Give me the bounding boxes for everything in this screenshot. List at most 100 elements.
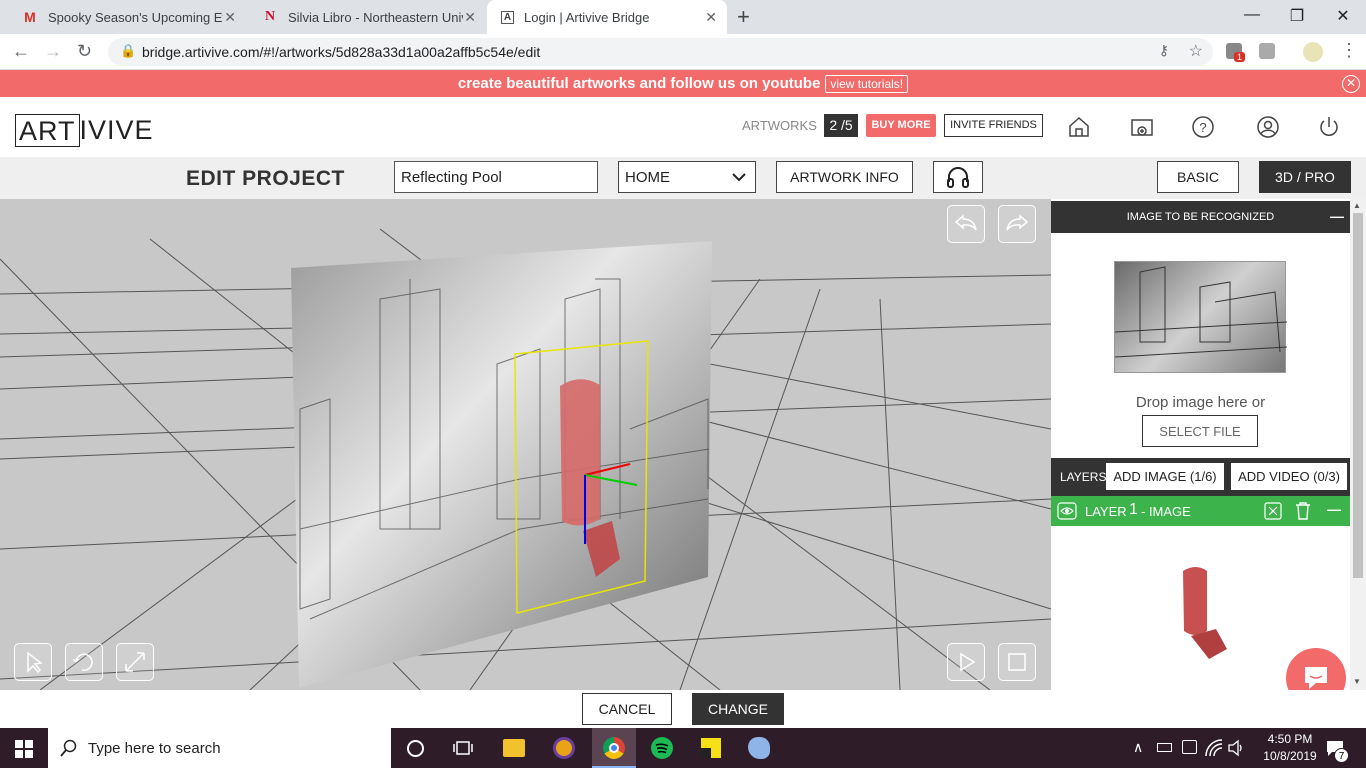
close-tab-icon[interactable]: ✕	[464, 9, 476, 26]
close-tab-icon[interactable]: ✕	[705, 9, 717, 26]
layer-collapse-icon[interactable]: —	[1327, 501, 1341, 517]
undo-button[interactable]	[947, 205, 985, 243]
lock-icon: 🔒	[120, 43, 137, 58]
meet-now-icon[interactable]	[1182, 740, 1197, 754]
scroll-down-icon[interactable]: ▼	[1353, 677, 1361, 686]
spotify-waves	[655, 743, 669, 754]
sticky-notes-icon[interactable]	[701, 738, 721, 758]
extension-icon[interactable]: 1	[1226, 43, 1246, 62]
northeastern-icon: N	[264, 9, 276, 24]
gmail-icon: M	[24, 9, 36, 25]
spotify-icon[interactable]	[651, 737, 673, 759]
browser-tab-strip: M Spooky Season's Upcoming Even ✕ N Silv…	[0, 0, 1366, 34]
cancel-button[interactable]: CANCEL	[582, 693, 672, 725]
redo-button[interactable]	[998, 205, 1036, 243]
side-scrollbar[interactable]: ▲ ▼	[1350, 199, 1366, 690]
windows-start-icon[interactable]	[15, 740, 33, 758]
tab-title: Spooky Season's Upcoming Even	[48, 9, 223, 25]
artivive-icon: A	[501, 10, 514, 24]
layer-1-row[interactable]: LAYER 1 - IMAGE —	[1051, 496, 1350, 526]
play-button[interactable]	[947, 643, 985, 681]
collapse-icon[interactable]: —	[1330, 208, 1344, 224]
url-text: bridge.artivive.com/#!/artworks/5d828a33…	[142, 44, 541, 60]
wifi-icon[interactable]	[1205, 739, 1223, 757]
category-value: HOME	[625, 168, 670, 186]
3d-viewport[interactable]	[0, 199, 1051, 690]
forward-icon[interactable]: →	[44, 41, 62, 62]
back-icon[interactable]: ←	[12, 41, 30, 62]
basic-mode-button[interactable]: BASIC	[1157, 161, 1239, 193]
home-icon[interactable]	[1067, 115, 1091, 139]
menu-kebab-icon[interactable]: ⋮	[1340, 40, 1358, 61]
clock-time[interactable]: 4:50 PM	[1260, 732, 1320, 746]
audio-button[interactable]	[933, 161, 983, 193]
taskbar-search-box[interactable]: Type here to search	[48, 728, 391, 768]
battery-icon[interactable]	[1157, 743, 1172, 752]
help-icon[interactable]: ?	[1191, 115, 1215, 139]
project-name-input[interactable]	[394, 161, 598, 193]
paint-icon[interactable]	[748, 737, 770, 759]
buy-more-button[interactable]: BUY MORE	[866, 114, 936, 137]
add-image-button[interactable]: ADD IMAGE (1/6)	[1106, 463, 1224, 490]
key-icon[interactable]: ⚷	[1159, 42, 1169, 59]
browser-tab-1[interactable]: M Spooky Season's Upcoming Even ✕	[8, 0, 246, 34]
app-icon[interactable]	[553, 737, 575, 759]
reload-icon[interactable]: ↻	[77, 41, 92, 62]
bookmark-star-icon[interactable]: ☆	[1189, 41, 1203, 61]
power-icon[interactable]	[1317, 115, 1341, 139]
scale-tool-button[interactable]	[116, 643, 154, 681]
visibility-eye-icon[interactable]	[1057, 502, 1077, 520]
scale-icon	[125, 652, 145, 672]
close-tab-icon[interactable]: ✕	[224, 9, 236, 26]
layer-type: - IMAGE	[1141, 504, 1191, 519]
clock-date[interactable]: 10/8/2019	[1255, 749, 1325, 763]
minimize-icon[interactable]: —	[1237, 6, 1267, 24]
drop-text: Drop image here or	[1135, 394, 1266, 411]
rotate-tool-button[interactable]	[65, 643, 103, 681]
rotate-icon	[72, 653, 93, 671]
extension-2-icon[interactable]	[1259, 43, 1275, 59]
chevron-down-icon	[732, 173, 746, 182]
chat-icon	[1305, 667, 1327, 689]
banner-text: create beautiful artworks and follow us …	[457, 75, 821, 92]
invite-friends-button[interactable]: INVITE FRIENDS	[944, 114, 1043, 137]
artivive-logo[interactable]: ART IVIVE	[15, 114, 154, 147]
task-view-icon[interactable]	[453, 739, 473, 757]
layer-object[interactable]	[560, 379, 600, 526]
scroll-thumb[interactable]	[1353, 213, 1363, 578]
stop-icon	[1008, 653, 1026, 671]
profile-avatar[interactable]	[1303, 42, 1323, 62]
cortana-icon[interactable]	[407, 740, 424, 757]
stop-button[interactable]	[998, 643, 1036, 681]
browser-tab-3[interactable]: A Login | Artivive Bridge ✕	[487, 0, 727, 34]
restore-icon[interactable]: ❐	[1282, 6, 1312, 26]
layer-label: LAYER	[1085, 504, 1127, 519]
change-button[interactable]: CHANGE	[692, 693, 784, 725]
file-explorer-icon[interactable]	[503, 739, 525, 757]
add-video-button[interactable]: ADD VIDEO (0/3)	[1231, 463, 1347, 490]
tray-chevron-icon[interactable]: ∧	[1133, 739, 1143, 756]
banner-close-icon[interactable]: ✕	[1342, 75, 1360, 93]
side-panel: IMAGE TO BE RECOGNIZED — Drop image here…	[1051, 199, 1350, 708]
chrome-center	[609, 743, 619, 753]
browser-tab-2[interactable]: N Silvia Libro - Northeastern Univer ✕	[248, 0, 486, 34]
trash-icon[interactable]	[1295, 501, 1311, 520]
new-tab-button[interactable]: +	[737, 4, 750, 30]
cursor-icon	[27, 651, 43, 674]
select-tool-button[interactable]	[14, 643, 52, 681]
select-file-button[interactable]: SELECT FILE	[1142, 415, 1258, 447]
artwork-info-button[interactable]: ARTWORK INFO	[776, 161, 913, 193]
url-field[interactable]: 🔒 bridge.artivive.com/#!/artworks/5d828a…	[108, 38, 1213, 66]
category-select[interactable]: HOME	[618, 161, 756, 193]
view-tutorials-link[interactable]: view tutorials!	[825, 74, 909, 93]
fit-layer-icon[interactable]	[1264, 502, 1282, 520]
add-gallery-icon[interactable]	[1130, 115, 1154, 139]
pro-mode-button[interactable]: 3D / PRO	[1259, 161, 1351, 193]
artwork-plane[interactable]	[291, 241, 712, 688]
window-close-icon[interactable]: ✕	[1328, 6, 1358, 26]
edit-project-bar: EDIT PROJECT HOME ARTWORK INFO BASIC 3D …	[0, 157, 1366, 199]
chrome-taskbar-button[interactable]	[592, 728, 636, 768]
account-icon[interactable]	[1256, 115, 1280, 139]
scroll-up-icon[interactable]: ▲	[1353, 201, 1361, 210]
volume-icon[interactable]	[1227, 739, 1245, 757]
